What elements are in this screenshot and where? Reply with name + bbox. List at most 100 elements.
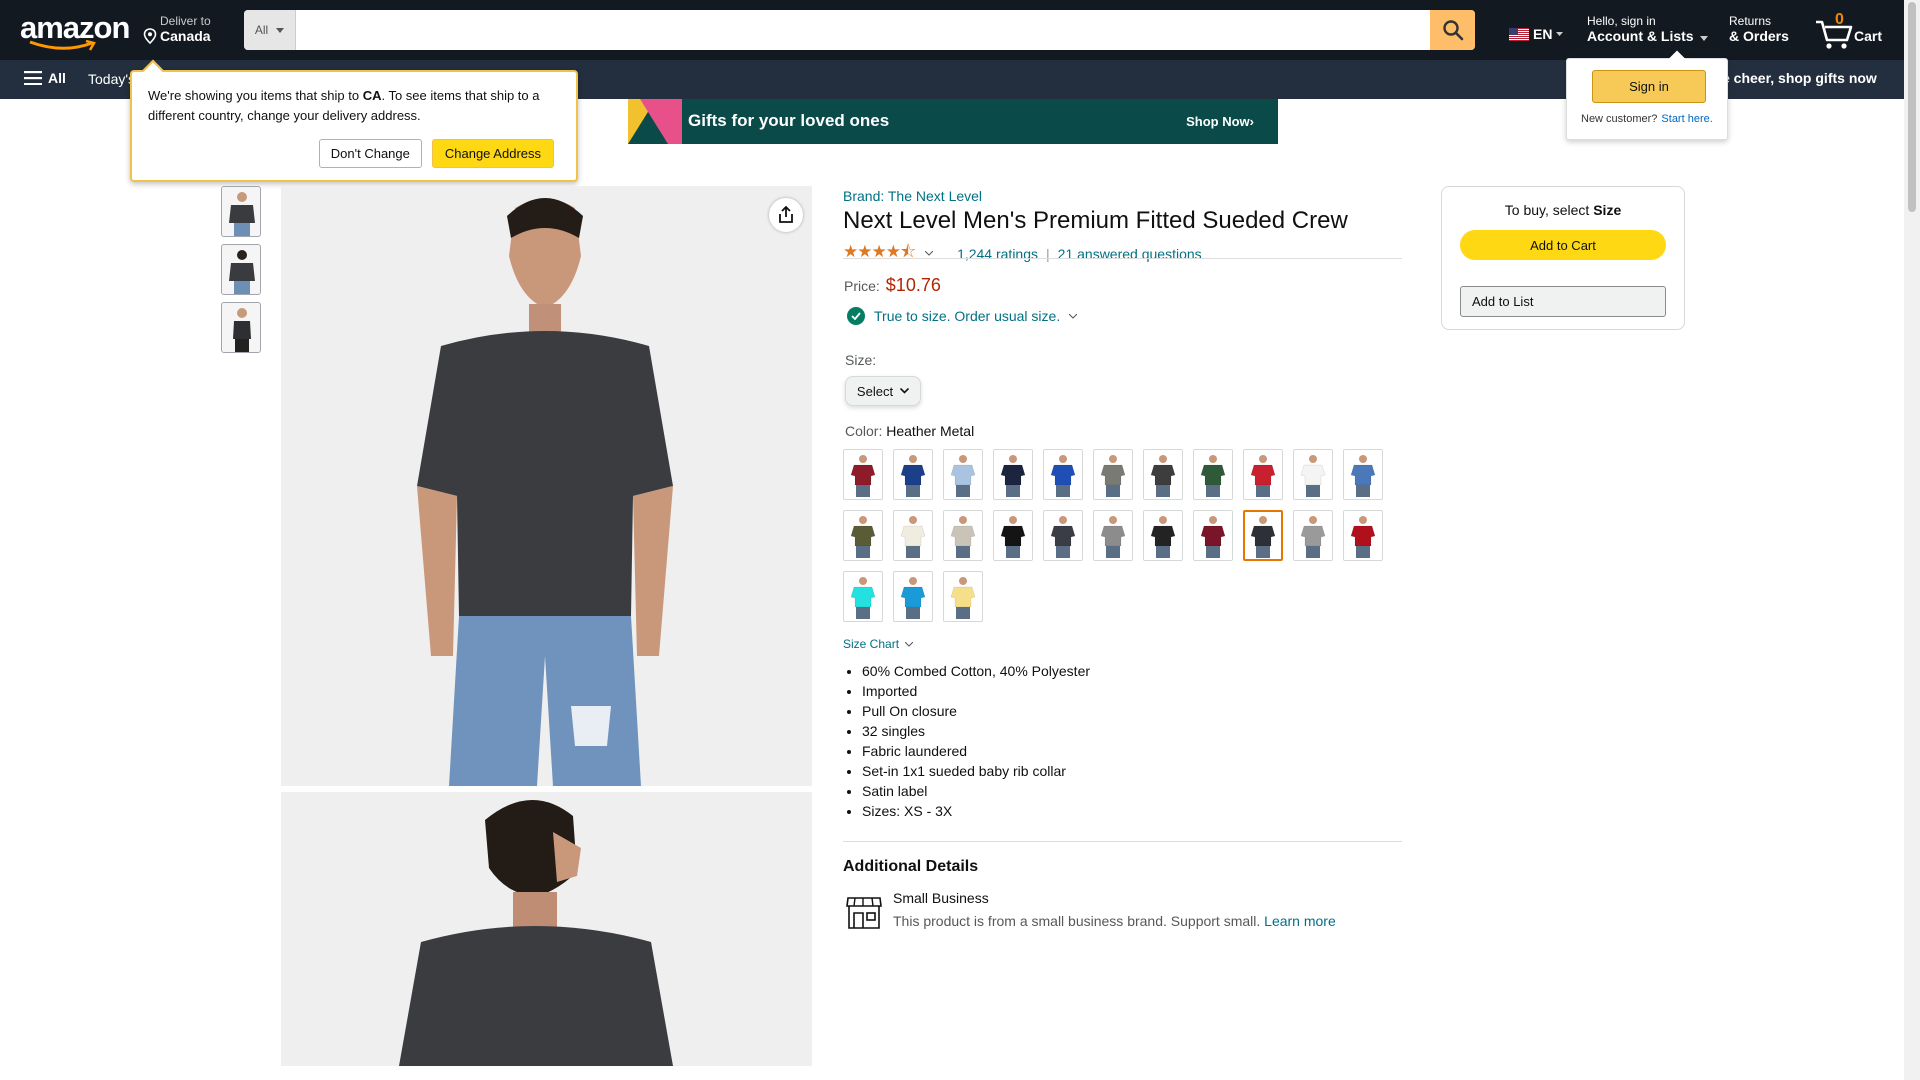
tshirt-swatch-icon — [900, 454, 926, 497]
color-swatch[interactable] — [1093, 449, 1133, 500]
color-swatch[interactable] — [993, 449, 1033, 500]
tshirt-swatch-icon — [1050, 454, 1076, 497]
all-menu-button[interactable]: All — [24, 70, 66, 86]
color-swatch[interactable] — [1243, 449, 1283, 500]
add-to-cart-button[interactable]: Add to Cart — [1460, 230, 1666, 260]
color-swatch[interactable] — [1293, 510, 1333, 561]
returns-and-orders[interactable]: Returns & Orders — [1729, 14, 1789, 44]
search-icon — [1442, 20, 1463, 41]
ratings-count-link[interactable]: 1,244 ratings — [957, 246, 1038, 262]
tshirt-swatch-icon — [1300, 515, 1326, 558]
start-here-link[interactable]: Start here. — [1661, 113, 1712, 125]
color-swatch[interactable] — [893, 571, 933, 622]
tshirt-swatch-icon — [950, 454, 976, 497]
language-selector[interactable]: EN — [1509, 26, 1564, 42]
color-swatch[interactable] — [843, 449, 883, 500]
gifts-banner[interactable]: Gifts for your loved ones Shop Now› — [628, 99, 1278, 144]
learn-more-link[interactable]: Learn more — [1264, 913, 1336, 929]
scrollbar-thumb[interactable] — [1908, 2, 1916, 212]
color-swatch[interactable] — [943, 449, 983, 500]
tshirt-swatch-icon — [850, 454, 876, 497]
buy-box-prompt-size: Size — [1593, 202, 1622, 218]
search-submit-button[interactable] — [1430, 10, 1475, 50]
cart-button[interactable]: 0 Cart — [1815, 11, 1885, 49]
secondary-product-image[interactable] — [281, 792, 812, 1066]
image-thumbnail[interactable] — [221, 186, 261, 237]
color-swatch[interactable] — [993, 510, 1033, 561]
additional-details-heading: Additional Details — [843, 858, 979, 875]
new-customer-label: New customer? — [1581, 113, 1658, 125]
color-swatch[interactable] — [893, 510, 933, 561]
tshirt-swatch-icon — [950, 515, 976, 558]
signin-button[interactable]: Sign in — [1592, 70, 1706, 103]
popover-text-before: We're showing you items that ship to — [148, 88, 363, 103]
color-swatch[interactable] — [1143, 510, 1183, 561]
cart-count: 0 — [1835, 11, 1844, 28]
tshirt-swatch-icon — [1300, 454, 1326, 497]
small-business-text: This product is from a small business br… — [893, 913, 1261, 929]
color-swatch[interactable] — [1243, 510, 1283, 561]
add-to-list-button[interactable]: Add to List — [1460, 286, 1666, 317]
color-swatch[interactable] — [1193, 510, 1233, 561]
tshirt-model-back-image — [399, 799, 673, 1066]
deliver-to-value: Canada — [160, 28, 211, 44]
list-item: 60% Combed Cotton, 40% Polyester — [862, 661, 1090, 681]
returns-label: Returns — [1729, 14, 1772, 28]
color-swatch[interactable] — [1043, 510, 1083, 561]
color-swatch[interactable] — [843, 571, 883, 622]
size-select-dropdown[interactable]: Select — [845, 376, 921, 406]
color-swatch[interactable] — [1343, 510, 1383, 561]
share-icon — [779, 206, 793, 223]
size-chart-label: Size Chart — [843, 637, 900, 651]
color-swatch[interactable] — [893, 449, 933, 500]
chevron-down-icon — [900, 388, 910, 394]
color-swatch[interactable] — [943, 571, 983, 622]
divider — [843, 841, 1402, 842]
amazon-logo[interactable]: amazon — [20, 10, 130, 51]
chevron-down-icon — [1069, 313, 1078, 319]
color-label-row: Color: Heather Metal — [845, 423, 974, 439]
search-input[interactable] — [296, 10, 1430, 50]
account-and-lists[interactable]: Hello, sign in Account & Lists — [1587, 14, 1709, 44]
share-button[interactable] — [769, 198, 803, 232]
image-thumbnail[interactable] — [221, 302, 261, 353]
orders-label: & Orders — [1729, 28, 1789, 44]
star-rating-icon[interactable]: ★★★★⯪ — [843, 239, 916, 268]
chevron-down-icon[interactable] — [925, 251, 934, 256]
change-address-button[interactable]: Change Address — [431, 139, 554, 168]
delivery-address-popover: We're showing you items that ship to CA.… — [130, 59, 578, 182]
tshirt-swatch-icon — [1200, 454, 1226, 497]
answered-questions-link[interactable]: 21 answered questions — [1058, 246, 1202, 262]
brand-link[interactable]: Brand: The Next Level — [843, 188, 982, 204]
color-swatch[interactable] — [843, 510, 883, 561]
nav-promo-link[interactable]: e cheer, shop gifts now — [1722, 70, 1877, 86]
caret-down-icon — [276, 27, 285, 33]
size-label: Size: — [845, 352, 877, 368]
list-item: Fabric laundered — [862, 741, 1090, 761]
color-swatch[interactable] — [943, 510, 983, 561]
image-thumbnail[interactable] — [221, 244, 261, 295]
list-item: Imported — [862, 681, 1090, 701]
tshirt-swatch-icon — [1000, 515, 1026, 558]
banner-cta: Shop Now› — [1186, 114, 1254, 129]
logo-smile-icon — [29, 40, 96, 51]
color-swatch[interactable] — [1293, 449, 1333, 500]
color-swatch[interactable] — [1043, 449, 1083, 500]
main-product-image[interactable] — [281, 186, 812, 786]
dont-change-button[interactable]: Don't Change — [318, 139, 422, 168]
fit-text: True to size. Order usual size. — [874, 308, 1061, 324]
color-swatch[interactable] — [1143, 449, 1183, 500]
deliver-to[interactable]: Deliver to Canada — [143, 14, 211, 44]
color-swatch[interactable] — [1343, 449, 1383, 500]
color-swatch[interactable] — [1193, 449, 1233, 500]
size-chart-link[interactable]: Size Chart — [843, 637, 914, 651]
search-category-dropdown[interactable]: All — [244, 10, 296, 50]
page-scrollbar[interactable] — [1904, 0, 1920, 1080]
color-swatch[interactable] — [1093, 510, 1133, 561]
separator: | — [1046, 245, 1050, 262]
all-menu-label: All — [48, 70, 66, 86]
fit-indicator[interactable]: True to size. Order usual size. — [847, 307, 1078, 325]
new-customer-text: New customer? Start here. — [1581, 113, 1713, 125]
price-label: Price: — [844, 278, 880, 294]
nav-link-todays-deals[interactable]: Today's — [88, 71, 135, 87]
